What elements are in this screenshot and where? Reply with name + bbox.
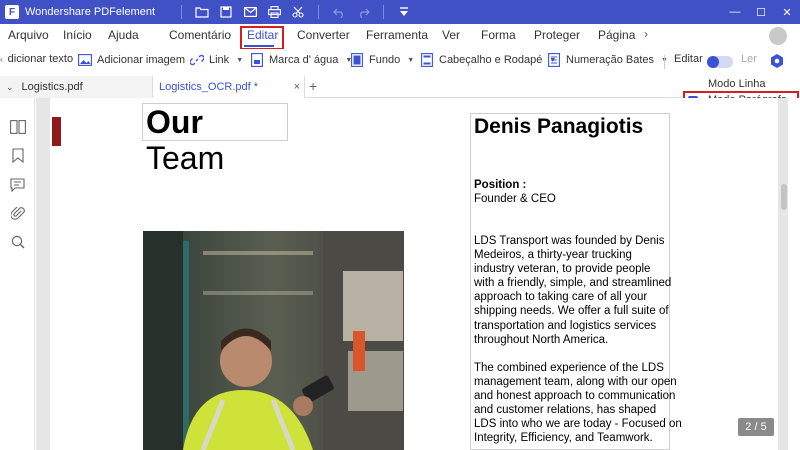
customize-dropdown-icon[interactable] [396, 4, 412, 20]
menu-ajuda[interactable]: Ajuda [108, 28, 139, 42]
bates-numbering-label: Numeração Bates [566, 54, 655, 66]
edit-toolbar: ‹ dicionar texto Adicionar imagem Link ▼… [0, 49, 800, 76]
scissors-icon[interactable] [290, 4, 306, 20]
background-icon [350, 53, 364, 67]
close-button[interactable]: ✕ [774, 0, 800, 24]
link-icon [190, 53, 204, 67]
menu-pagina[interactable]: Página [598, 28, 635, 42]
watermark-icon [250, 53, 264, 67]
page-counter: 2 / 5 [738, 418, 774, 436]
menu-arquivo[interactable]: Arquivo [8, 28, 49, 42]
heading-text-box[interactable]: Our Team [142, 103, 288, 176]
image-icon [78, 53, 92, 67]
bates-numbering-button[interactable]: Numeração Bates ▼ [547, 53, 668, 67]
read-mode-label: Ler [741, 53, 757, 65]
app-title: Wondershare PDFelement [25, 6, 156, 18]
chevron-down-icon[interactable]: ⌄ [6, 82, 14, 93]
add-text-label: dicionar texto [7, 53, 74, 65]
separator [181, 5, 183, 19]
search-icon[interactable] [9, 233, 26, 250]
link-label: Link [209, 54, 230, 66]
menu-more-icon[interactable]: › [644, 27, 648, 41]
heading-rest: Team [146, 140, 225, 176]
toggle-knob [707, 56, 719, 68]
caret-down-icon: ▼ [407, 56, 415, 64]
header-footer-icon [420, 53, 434, 67]
redo-icon[interactable] [355, 4, 371, 20]
bio-paragraph-1: LDS Transport was founded by Denis Medei… [474, 235, 672, 346]
menu-forma[interactable]: Forma [481, 28, 516, 42]
chevron-left-icon: ‹ [0, 54, 3, 64]
app-logo: F [5, 5, 19, 19]
header-footer-button[interactable]: Cabeçalho e Rodapé ▼ [420, 53, 556, 67]
minimize-button[interactable]: — [722, 0, 748, 24]
add-image-button[interactable]: Adicionar imagem [78, 53, 185, 67]
link-button[interactable]: Link ▼ [190, 53, 243, 67]
menu-item-line-mode[interactable]: Modo Linha [708, 78, 766, 90]
tab-label: Logistics_OCR.pdf * [159, 81, 259, 93]
edit-read-toggle[interactable] [707, 56, 733, 68]
person-name: Denis Panagiotis [474, 115, 644, 138]
vertical-scrollbar[interactable] [788, 98, 800, 450]
caret-down-icon: ▼ [236, 56, 244, 64]
edit-mode-label: Editar [674, 53, 703, 65]
add-tab-button[interactable]: + [309, 78, 317, 94]
position-value: Founder & CEO [474, 193, 556, 205]
settings-hex-icon[interactable] [769, 53, 785, 69]
tab-logistics[interactable]: ⌄ Logistics.pdf [0, 76, 153, 98]
bates-numbering-icon [547, 53, 561, 67]
menu-converter[interactable]: Converter [297, 28, 350, 42]
tab-label: Logistics.pdf [21, 81, 83, 93]
menu-inicio[interactable]: Início [63, 28, 92, 42]
add-text-button[interactable]: ‹ dicionar texto [0, 53, 73, 65]
left-sidebar [0, 98, 35, 450]
add-image-label: Adicionar imagem [97, 54, 186, 66]
editar-highlight [240, 26, 284, 50]
separator [664, 55, 665, 69]
document-tabs: ⌄ Logistics.pdf Logistics_OCR.pdf * × + [0, 76, 800, 98]
menu-proteger[interactable]: Proteger [534, 28, 580, 42]
background-label: Fundo [369, 54, 401, 66]
title-bar: F Wondershare PDFelement — ☐ ✕ [0, 0, 800, 24]
watermark-label: Marca d' água [269, 54, 339, 66]
avatar[interactable] [769, 27, 787, 45]
undo-icon[interactable] [331, 4, 347, 20]
close-tab-icon[interactable]: × [294, 81, 300, 93]
menu-ver[interactable]: Ver [442, 28, 460, 42]
bookmark-icon[interactable] [9, 147, 26, 164]
scrollbar-thumb[interactable] [781, 184, 787, 210]
maximize-button[interactable]: ☐ [748, 0, 774, 24]
thumbnails-icon[interactable] [9, 118, 26, 135]
folder-open-icon[interactable] [194, 4, 210, 20]
watermark-button[interactable]: Marca d' água ▼ [250, 53, 352, 67]
separator [318, 5, 320, 19]
save-icon[interactable] [218, 4, 234, 20]
menu-bar: Arquivo Início Ajuda Comentário Editar C… [0, 24, 800, 49]
header-footer-label: Cabeçalho e Rodapé [439, 54, 543, 66]
mail-icon[interactable] [242, 4, 258, 20]
comment-icon[interactable] [9, 176, 26, 193]
page-accent-bar [52, 117, 61, 146]
tab-logistics-ocr[interactable]: Logistics_OCR.pdf * × [153, 76, 305, 98]
print-icon[interactable] [266, 4, 282, 20]
menu-ferramenta[interactable]: Ferramenta [366, 28, 428, 42]
bio-paragraph-2: The combined experience of the LDS manag… [474, 362, 682, 445]
position-label: Position : [474, 179, 527, 191]
background-button[interactable]: Fundo ▼ [350, 53, 414, 67]
separator [383, 5, 385, 19]
heading-bold: Our [146, 104, 203, 140]
menu-comentario[interactable]: Comentário [169, 28, 231, 42]
attachment-icon[interactable] [9, 205, 26, 222]
team-photo[interactable] [143, 231, 404, 450]
